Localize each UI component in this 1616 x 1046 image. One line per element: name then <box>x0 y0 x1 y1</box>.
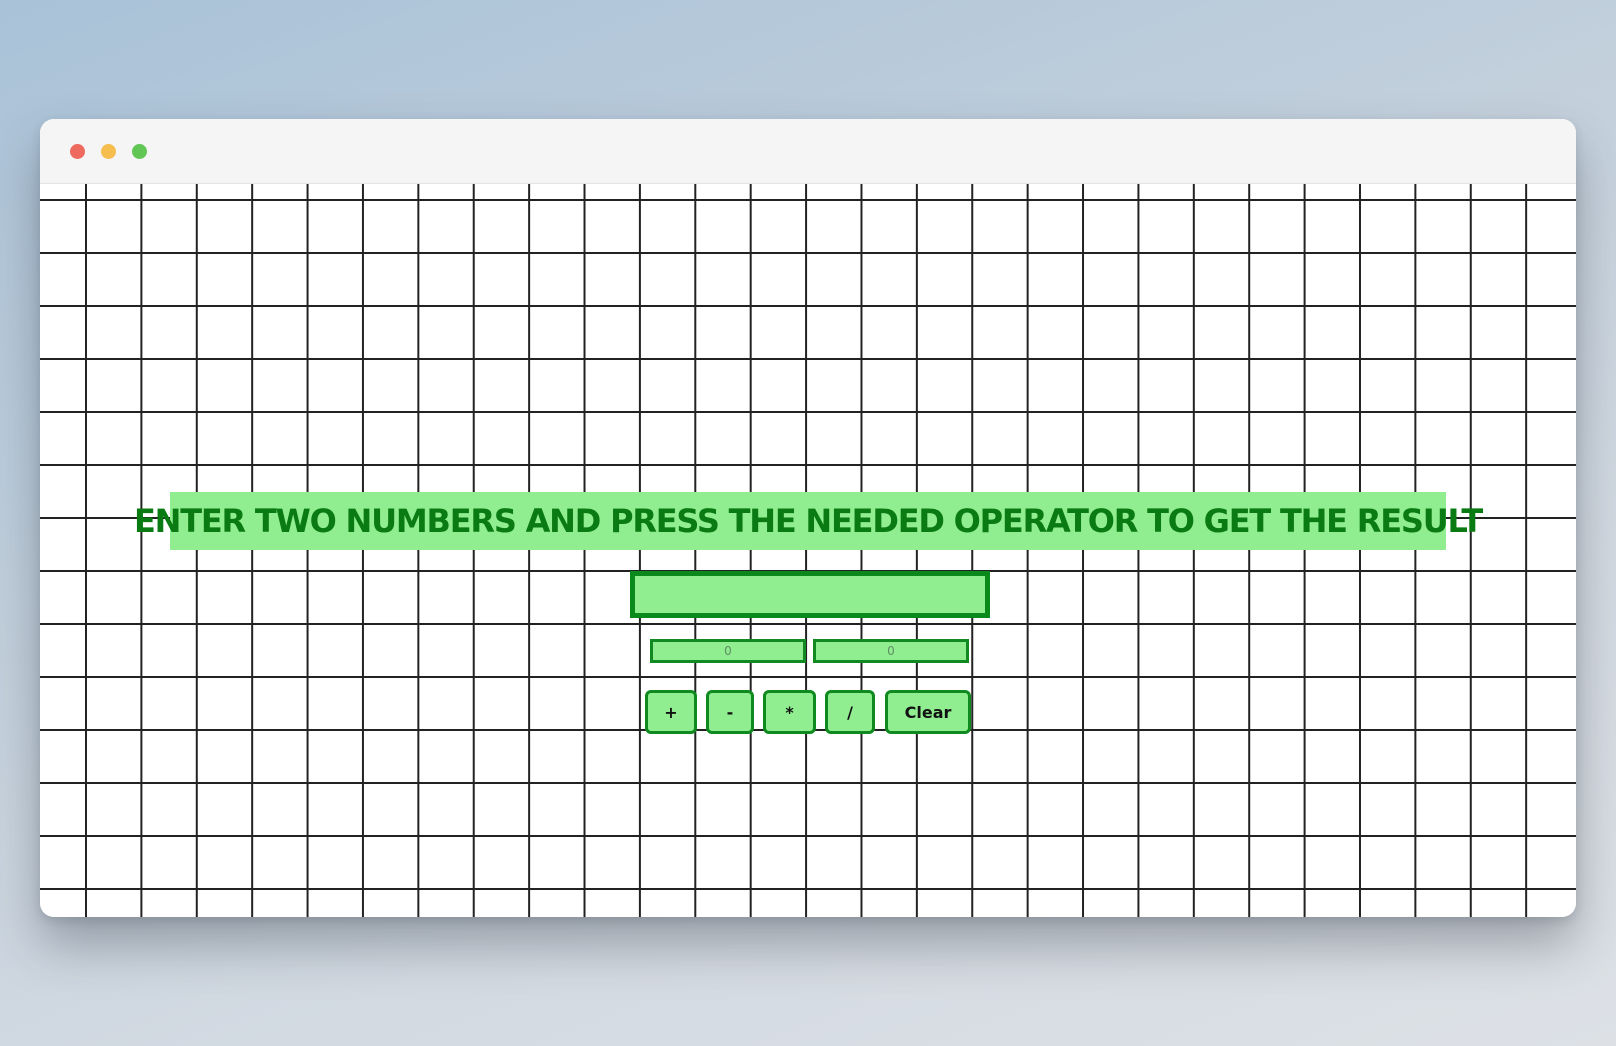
divide-button[interactable]: / <box>825 690 875 734</box>
subtract-button[interactable]: - <box>706 690 754 734</box>
close-window-icon[interactable] <box>70 144 85 159</box>
clear-button[interactable]: Clear <box>885 690 971 734</box>
window-titlebar <box>40 119 1576 184</box>
maximize-window-icon[interactable] <box>132 144 147 159</box>
minimize-window-icon[interactable] <box>101 144 116 159</box>
first-number-input[interactable] <box>650 639 806 663</box>
add-button[interactable]: + <box>645 690 697 734</box>
result-display <box>630 571 990 618</box>
calculator-page: ENTER TWO NUMBERS AND PRESS THE NEEDED O… <box>40 184 1576 917</box>
page-heading: ENTER TWO NUMBERS AND PRESS THE NEEDED O… <box>133 502 1483 540</box>
second-number-input[interactable] <box>813 639 969 663</box>
multiply-button[interactable]: * <box>763 690 816 734</box>
heading-banner: ENTER TWO NUMBERS AND PRESS THE NEEDED O… <box>134 492 1483 550</box>
browser-window: ENTER TWO NUMBERS AND PRESS THE NEEDED O… <box>40 119 1576 917</box>
